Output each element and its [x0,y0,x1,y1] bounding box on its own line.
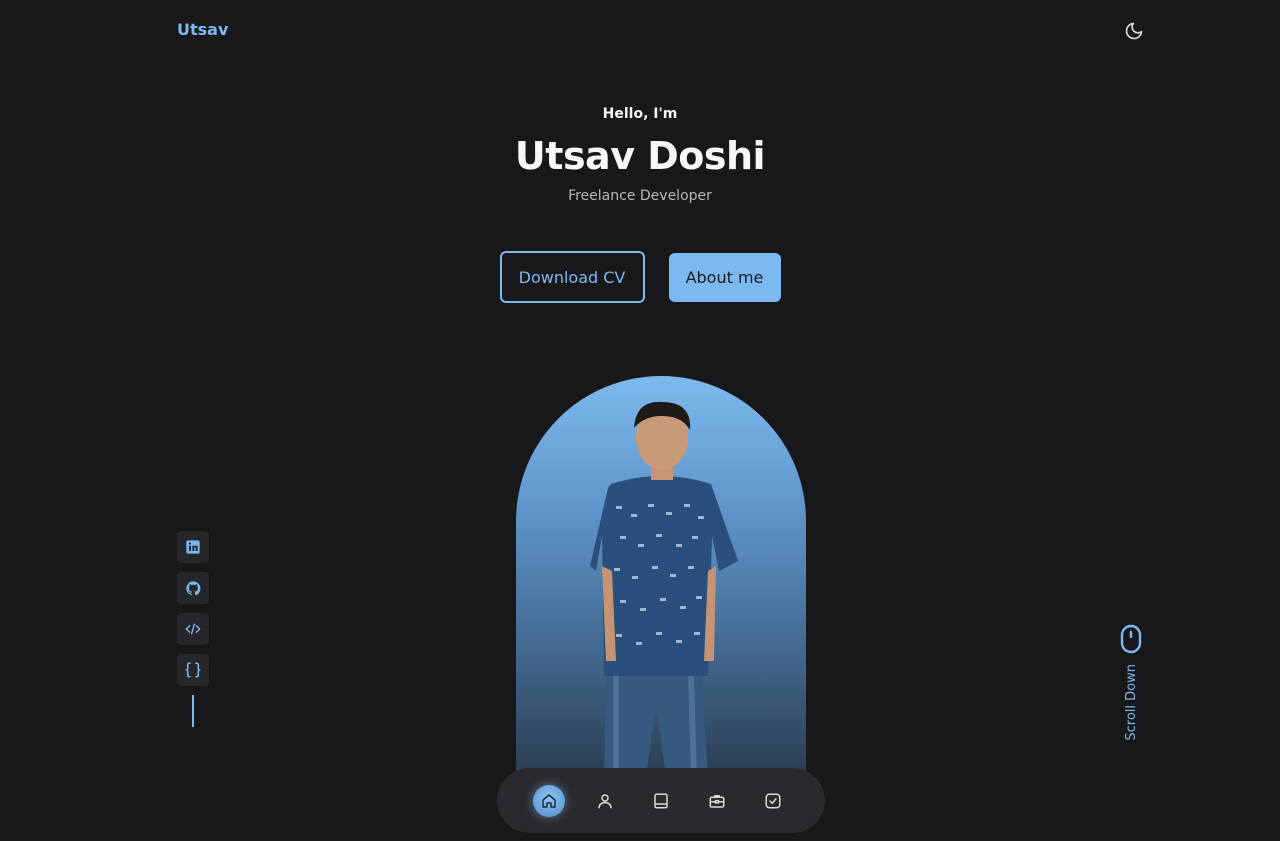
nav-work[interactable] [701,785,733,817]
home-icon [542,793,556,808]
linkedin-link[interactable] [177,531,209,563]
nav-home[interactable] [533,784,565,817]
scroll-down-label: Scroll Down [1123,664,1139,741]
braces-icon [185,662,201,678]
hero-name: Utsav Doshi [514,134,766,178]
user-icon [598,793,612,808]
nav-about[interactable] [589,785,621,817]
linkedin-icon [186,540,200,554]
nav-skills[interactable] [645,785,677,817]
book-icon [654,793,668,808]
code-icon [185,623,201,635]
profile-photo [516,376,806,776]
briefcase-icon [709,794,725,808]
github-link[interactable] [177,572,209,604]
code-link[interactable] [177,613,209,645]
hero-role: Freelance Developer [568,188,712,204]
braces-link[interactable] [177,654,209,686]
moon-icon [1125,22,1143,40]
github-icon [185,580,200,595]
person-illustration [590,401,738,776]
social-sidebar [177,531,209,727]
hero-greeting: Hello, I'm [602,106,678,122]
check-square-icon [765,793,781,808]
site-logo[interactable]: Utsav [177,20,228,39]
hero-section: Hello, I'm Utsav Doshi Freelance Develop… [0,106,1280,204]
scroll-down-link[interactable]: Scroll Down [1116,624,1146,741]
social-divider-line [192,695,194,727]
hero-buttons: Download CV About me [0,251,1280,303]
about-me-button[interactable]: About me [668,253,781,302]
theme-toggle-button[interactable] [1122,19,1146,43]
mouse-icon [1120,624,1142,654]
nav-projects[interactable] [757,785,789,817]
portfolio-page: Utsav Hello, I'm Utsav Doshi Freelance D… [0,0,1280,841]
bottom-navigation [497,768,825,833]
download-cv-button[interactable]: Download CV [499,251,645,303]
